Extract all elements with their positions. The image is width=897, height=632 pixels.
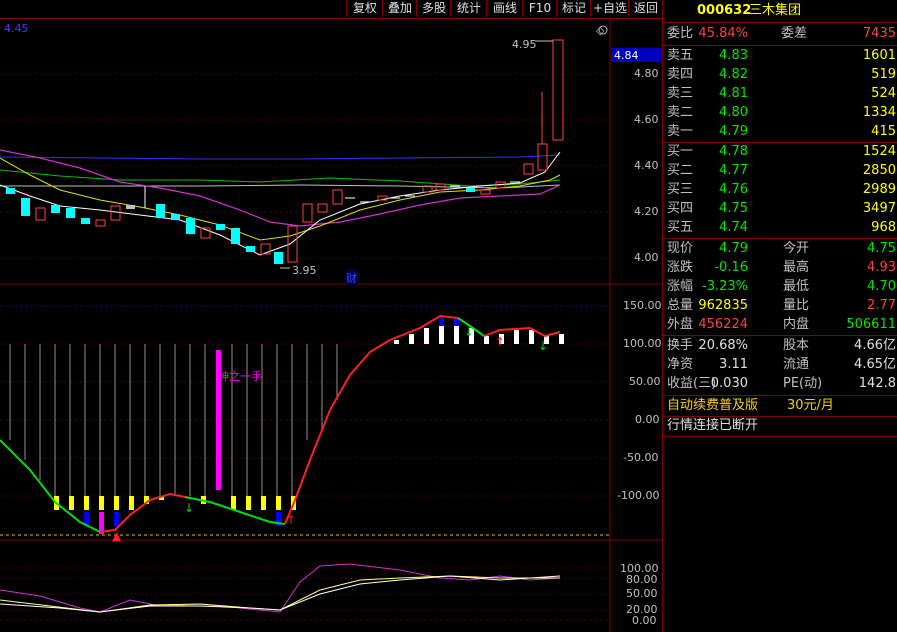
sell-row: 卖四 4.82 519 [667, 67, 896, 82]
main-y-tick: 4.80 [634, 67, 659, 80]
indicator-y-tick: 0.00 [635, 413, 660, 426]
svg-text:↓: ↓ [184, 501, 194, 515]
fund-row: 净资 3.11 流通 4.65亿 [667, 357, 896, 372]
statistics-button[interactable]: 统计 [450, 0, 487, 17]
f10-button[interactable]: F10 [522, 0, 557, 17]
current-price-tag: 4.84 [614, 49, 639, 62]
sell-row: 卖一 4.79 415 [667, 124, 896, 139]
add-favorite-button[interactable]: +自选 [590, 0, 629, 17]
multi-stock-button[interactable]: 多股 [416, 0, 451, 17]
overlay-button[interactable]: 叠加 [382, 0, 417, 17]
finance-marker[interactable]: 财 [345, 270, 358, 286]
back-button[interactable]: 返回 [628, 0, 663, 17]
svg-text:↑: ↑ [286, 513, 296, 527]
chart-area[interactable]: ◇ ▲ ↑ ↓ ↓ ↓ ↑ [0, 18, 662, 632]
sell-row: 卖二 4.80 1334 [667, 105, 896, 120]
buy-row: 买四 4.75 3497 [667, 201, 896, 216]
promo-price[interactable]: 30元/月 [787, 397, 834, 415]
indicator-vertical-bars [9, 344, 338, 496]
svg-text:↓: ↓ [464, 325, 474, 339]
svg-text:↓: ↓ [538, 339, 548, 353]
main-y-tick: 4.60 [634, 113, 659, 126]
stat-row: 总量 962835 量比 2.77 [667, 298, 896, 313]
low-price-label: 3.95 [292, 264, 317, 277]
draw-line-button[interactable]: 画线 [486, 0, 523, 17]
indicator-color-bars [54, 496, 296, 534]
fund-row: 收益(三) 0.030 PE(动) 142.8 [667, 376, 896, 391]
sell-row: 卖三 4.81 524 [667, 86, 896, 101]
indicator-y-tick: -100.00 [617, 489, 660, 502]
mark-button[interactable]: 标记 [556, 0, 591, 17]
connection-status: 行情连接已断开 [667, 418, 759, 433]
promo-text[interactable]: 自动续费普及版 [667, 397, 758, 415]
indicator-y-tick: 100.00 [623, 337, 662, 350]
indicator-y-tick: -50.00 [623, 451, 659, 464]
buy-row: 买五 4.74 968 [667, 220, 896, 235]
kdj-y-tick: 0.00 [632, 614, 657, 627]
candlesticks [6, 39, 564, 264]
svg-text:▲: ▲ [112, 529, 122, 543]
sell-row: 卖五 4.83 1601 [667, 48, 896, 63]
stat-row: 涨幅 -3.23% 最低 4.70 [667, 279, 896, 294]
quote-panel: 000632 三木集团 委比 45.84% 委差 7435 卖五 4.83 1601… [662, 0, 897, 632]
weicha-value: 7435 [862, 26, 896, 41]
high-price-label: 4.95 [512, 38, 537, 51]
weibi-value: 45.84% [698, 26, 748, 41]
stat-row: 涨跌 -0.16 最高 4.93 [667, 260, 896, 275]
buy-row: 买三 4.76 2989 [667, 182, 896, 197]
promo-row[interactable]: 自动续费普及版 30元/月 [663, 397, 897, 415]
buy-row: 买一 4.78 1524 [667, 144, 896, 159]
weibi-row: 委比 45.84% 委差 7435 [667, 26, 896, 41]
main-y-tick: 4.20 [634, 205, 659, 218]
svg-text:↑: ↑ [495, 335, 505, 349]
stock-code: 000632 [697, 3, 752, 18]
indicator-annotation: 神之一手 [218, 370, 262, 383]
indicator-y-tick: 50.00 [629, 375, 661, 388]
status-row: 行情连接已断开 [663, 417, 897, 435]
main-y-tick: 4.40 [634, 159, 659, 172]
top-left-value: 4.45 [4, 22, 29, 35]
stat-row: 外盘 456224 内盘 506611 [667, 317, 896, 332]
kdj-y-tick: 50.00 [626, 587, 658, 600]
stock-name: 三木集团 [749, 3, 802, 18]
fuquan-button[interactable]: 复权 [346, 0, 383, 17]
main-y-tick: 4.00 [634, 251, 659, 264]
kdj-y-tick: 80.00 [626, 573, 658, 586]
buy-row: 买二 4.77 2850 [667, 163, 896, 178]
fund-row: 换手 20.68% 股本 4.66亿 [667, 338, 896, 353]
chart-toolbar: 复权 叠加 多股 统计 画线 F10 标记 +自选 返回 [0, 0, 662, 19]
stock-header: 000632 三木集团 [663, 2, 897, 20]
stat-row: 现价 4.79 今开 4.75 [667, 241, 896, 256]
indicator-y-tick: 150.00 [623, 299, 662, 312]
